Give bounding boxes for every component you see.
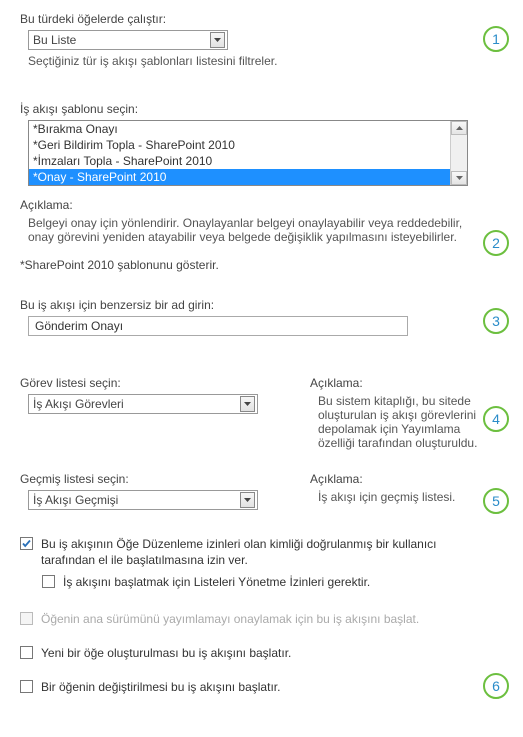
- task-list-section: Görev listesi seçin: İş Akışı Görevleri …: [20, 376, 509, 450]
- run-on-select[interactable]: Bu Liste: [28, 30, 228, 50]
- list-item[interactable]: *Geri Bildirim Topla - SharePoint 2010: [29, 137, 450, 153]
- task-list-desc-text: Bu sistem kitaplığı, bu sitede oluşturul…: [318, 394, 488, 450]
- history-list-value: İş Akışı Geçmişi: [33, 493, 240, 507]
- option-on-create[interactable]: Yeni bir öğe oluşturulması bu iş akışını…: [20, 645, 509, 661]
- list-item[interactable]: *Onay - SharePoint 2010: [29, 169, 450, 185]
- run-on-section: Bu türdeki öğelerde çalıştır: Bu Liste S…: [20, 12, 509, 68]
- option-manual-label: Bu iş akışının Öğe Düzenleme izinleri ol…: [41, 536, 461, 568]
- template-desc-text: Belgeyi onay için yönlendirir. Onaylayan…: [28, 216, 468, 244]
- option-require-manage[interactable]: İş akışını başlatmak için Listeleri Yöne…: [42, 574, 509, 590]
- option-require-manage-label: İş akışını başlatmak için Listeleri Yöne…: [63, 574, 370, 590]
- name-section: Bu iş akışı için benzersiz bir ad girin:…: [20, 298, 509, 336]
- task-list-desc-label: Açıklama:: [310, 376, 509, 390]
- callout-4: 4: [483, 406, 509, 432]
- callout-5: 5: [483, 488, 509, 514]
- checkbox-icon[interactable]: [20, 680, 33, 693]
- history-list-section: Geçmiş listesi seçin: İş Akışı Geçmişi A…: [20, 472, 509, 510]
- list-item[interactable]: *İmzaları Topla - SharePoint 2010: [29, 153, 450, 169]
- scroll-up-icon[interactable]: [451, 121, 467, 135]
- checkbox-icon: [20, 612, 33, 625]
- list-item[interactable]: *Bırakma Onayı: [29, 121, 450, 137]
- template-section: İş akışı şablonu seçin: *Bırakma Onayı *…: [20, 102, 509, 272]
- start-options-section: Bu iş akışının Öğe Düzenleme izinleri ol…: [20, 536, 509, 695]
- checkbox-icon[interactable]: [20, 646, 33, 659]
- template-desc-label: Açıklama:: [20, 198, 509, 212]
- option-on-change[interactable]: Bir öğenin değiştirilmesi bu iş akışını …: [20, 679, 509, 695]
- callout-2: 2: [483, 230, 509, 256]
- scrollbar[interactable]: [450, 121, 467, 185]
- template-label: İş akışı şablonu seçin:: [20, 102, 509, 116]
- callout-3: 3: [483, 308, 509, 334]
- template-note: *SharePoint 2010 şablonunu gösterir.: [20, 258, 509, 272]
- dropdown-icon: [210, 32, 225, 48]
- scroll-track[interactable]: [451, 135, 467, 171]
- run-on-help: Seçtiğiniz tür iş akışı şablonları liste…: [28, 54, 509, 68]
- callout-1: 1: [483, 26, 509, 52]
- history-list-desc-label: Açıklama:: [310, 472, 509, 486]
- run-on-value: Bu Liste: [33, 33, 210, 47]
- callout-6: 6: [483, 673, 509, 699]
- option-on-publish-label: Öğenin ana sürümünü yayımlamayı onaylama…: [41, 611, 419, 627]
- option-manual[interactable]: Bu iş akışının Öğe Düzenleme izinleri ol…: [20, 536, 509, 568]
- history-list-select[interactable]: İş Akışı Geçmişi: [28, 490, 258, 510]
- option-on-change-label: Bir öğenin değiştirilmesi bu iş akışını …: [41, 679, 280, 695]
- dropdown-icon: [240, 492, 255, 508]
- history-list-label: Geçmiş listesi seçin:: [20, 472, 280, 486]
- task-list-select[interactable]: İş Akışı Görevleri: [28, 394, 258, 414]
- task-list-label: Görev listesi seçin:: [20, 376, 280, 390]
- name-label: Bu iş akışı için benzersiz bir ad girin:: [20, 298, 509, 312]
- task-list-value: İş Akışı Görevleri: [33, 397, 240, 411]
- run-on-label: Bu türdeki öğelerde çalıştır:: [20, 12, 509, 26]
- dropdown-icon: [240, 396, 255, 412]
- checkbox-icon[interactable]: [42, 575, 55, 588]
- scroll-down-icon[interactable]: [451, 171, 467, 185]
- checkbox-icon[interactable]: [20, 537, 33, 550]
- name-input[interactable]: [28, 316, 408, 336]
- template-listbox[interactable]: *Bırakma Onayı *Geri Bildirim Topla - Sh…: [28, 120, 468, 186]
- option-on-publish: Öğenin ana sürümünü yayımlamayı onaylama…: [20, 611, 509, 627]
- option-on-create-label: Yeni bir öğe oluşturulması bu iş akışını…: [41, 645, 291, 661]
- history-list-desc-text: İş akışı için geçmiş listesi.: [318, 490, 509, 504]
